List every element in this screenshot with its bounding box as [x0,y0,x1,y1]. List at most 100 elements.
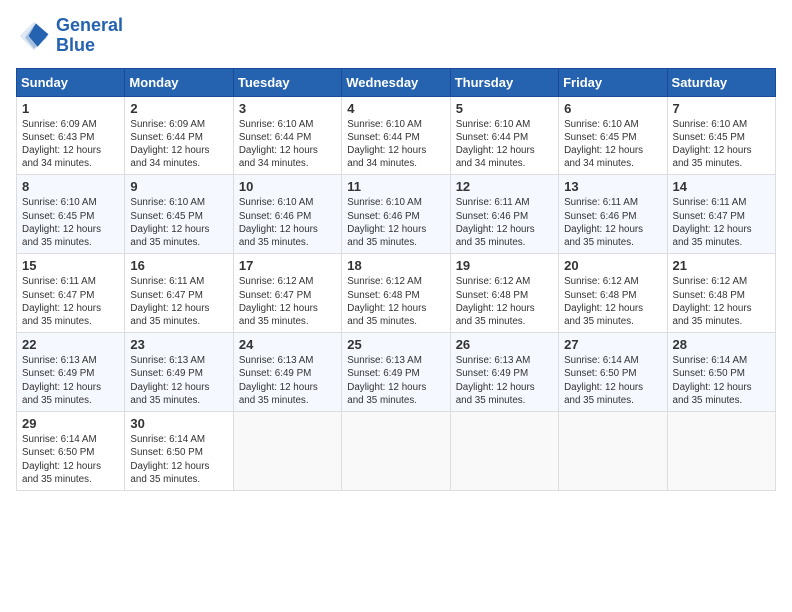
day-number: 8 [22,179,119,194]
calendar-cell: 17 Sunrise: 6:12 AM Sunset: 6:47 PM Dayl… [233,254,341,333]
calendar-cell: 24 Sunrise: 6:13 AM Sunset: 6:49 PM Dayl… [233,333,341,412]
weekday-header-saturday: Saturday [667,68,775,96]
day-number: 9 [130,179,227,194]
day-number: 20 [564,258,661,273]
day-info: Sunrise: 6:10 AM Sunset: 6:45 PM Dayligh… [130,196,227,249]
day-number: 7 [673,101,770,116]
calendar-cell: 1 Sunrise: 6:09 AM Sunset: 6:43 PM Dayli… [17,96,125,175]
calendar-cell: 20 Sunrise: 6:12 AM Sunset: 6:48 PM Dayl… [559,254,667,333]
day-number: 21 [673,258,770,273]
day-info: Sunrise: 6:10 AM Sunset: 6:44 PM Dayligh… [239,118,336,171]
calendar-cell: 4 Sunrise: 6:10 AM Sunset: 6:44 PM Dayli… [342,96,450,175]
day-number: 22 [22,337,119,352]
day-info: Sunrise: 6:10 AM Sunset: 6:44 PM Dayligh… [456,118,553,171]
calendar-cell [233,412,341,491]
day-info: Sunrise: 6:09 AM Sunset: 6:43 PM Dayligh… [22,118,119,171]
day-info: Sunrise: 6:12 AM Sunset: 6:48 PM Dayligh… [347,275,444,328]
day-number: 14 [673,179,770,194]
day-info: Sunrise: 6:09 AM Sunset: 6:44 PM Dayligh… [130,118,227,171]
day-info: Sunrise: 6:10 AM Sunset: 6:44 PM Dayligh… [347,118,444,171]
calendar-cell: 26 Sunrise: 6:13 AM Sunset: 6:49 PM Dayl… [450,333,558,412]
day-info: Sunrise: 6:13 AM Sunset: 6:49 PM Dayligh… [22,354,119,407]
day-info: Sunrise: 6:11 AM Sunset: 6:47 PM Dayligh… [673,196,770,249]
day-number: 19 [456,258,553,273]
day-info: Sunrise: 6:14 AM Sunset: 6:50 PM Dayligh… [130,433,227,486]
day-info: Sunrise: 6:11 AM Sunset: 6:46 PM Dayligh… [456,196,553,249]
day-number: 12 [456,179,553,194]
day-info: Sunrise: 6:14 AM Sunset: 6:50 PM Dayligh… [564,354,661,407]
calendar-cell: 16 Sunrise: 6:11 AM Sunset: 6:47 PM Dayl… [125,254,233,333]
calendar-cell: 25 Sunrise: 6:13 AM Sunset: 6:49 PM Dayl… [342,333,450,412]
day-info: Sunrise: 6:14 AM Sunset: 6:50 PM Dayligh… [673,354,770,407]
logo: General Blue [16,16,123,56]
day-info: Sunrise: 6:10 AM Sunset: 6:45 PM Dayligh… [22,196,119,249]
page-header: General Blue [16,16,776,56]
day-number: 2 [130,101,227,116]
logo-icon [16,18,52,54]
calendar-cell [342,412,450,491]
weekday-header-tuesday: Tuesday [233,68,341,96]
calendar-cell: 2 Sunrise: 6:09 AM Sunset: 6:44 PM Dayli… [125,96,233,175]
day-number: 15 [22,258,119,273]
weekday-header-monday: Monday [125,68,233,96]
calendar-cell: 18 Sunrise: 6:12 AM Sunset: 6:48 PM Dayl… [342,254,450,333]
day-info: Sunrise: 6:13 AM Sunset: 6:49 PM Dayligh… [456,354,553,407]
calendar-cell: 10 Sunrise: 6:10 AM Sunset: 6:46 PM Dayl… [233,175,341,254]
day-number: 1 [22,101,119,116]
day-info: Sunrise: 6:11 AM Sunset: 6:46 PM Dayligh… [564,196,661,249]
day-info: Sunrise: 6:12 AM Sunset: 6:48 PM Dayligh… [456,275,553,328]
calendar-cell: 14 Sunrise: 6:11 AM Sunset: 6:47 PM Dayl… [667,175,775,254]
calendar-cell: 30 Sunrise: 6:14 AM Sunset: 6:50 PM Dayl… [125,412,233,491]
day-number: 17 [239,258,336,273]
calendar-cell: 5 Sunrise: 6:10 AM Sunset: 6:44 PM Dayli… [450,96,558,175]
calendar-cell: 13 Sunrise: 6:11 AM Sunset: 6:46 PM Dayl… [559,175,667,254]
calendar-cell [667,412,775,491]
day-info: Sunrise: 6:13 AM Sunset: 6:49 PM Dayligh… [239,354,336,407]
calendar-cell: 29 Sunrise: 6:14 AM Sunset: 6:50 PM Dayl… [17,412,125,491]
day-number: 10 [239,179,336,194]
day-info: Sunrise: 6:11 AM Sunset: 6:47 PM Dayligh… [130,275,227,328]
day-info: Sunrise: 6:13 AM Sunset: 6:49 PM Dayligh… [347,354,444,407]
day-number: 18 [347,258,444,273]
day-info: Sunrise: 6:13 AM Sunset: 6:49 PM Dayligh… [130,354,227,407]
calendar-cell: 9 Sunrise: 6:10 AM Sunset: 6:45 PM Dayli… [125,175,233,254]
day-number: 30 [130,416,227,431]
day-info: Sunrise: 6:14 AM Sunset: 6:50 PM Dayligh… [22,433,119,486]
calendar-cell [450,412,558,491]
day-number: 3 [239,101,336,116]
weekday-header-wednesday: Wednesday [342,68,450,96]
calendar-cell: 3 Sunrise: 6:10 AM Sunset: 6:44 PM Dayli… [233,96,341,175]
day-number: 11 [347,179,444,194]
calendar-cell: 11 Sunrise: 6:10 AM Sunset: 6:46 PM Dayl… [342,175,450,254]
day-number: 26 [456,337,553,352]
calendar-cell: 8 Sunrise: 6:10 AM Sunset: 6:45 PM Dayli… [17,175,125,254]
day-info: Sunrise: 6:11 AM Sunset: 6:47 PM Dayligh… [22,275,119,328]
calendar-cell: 19 Sunrise: 6:12 AM Sunset: 6:48 PM Dayl… [450,254,558,333]
calendar-cell: 23 Sunrise: 6:13 AM Sunset: 6:49 PM Dayl… [125,333,233,412]
weekday-header-sunday: Sunday [17,68,125,96]
day-number: 6 [564,101,661,116]
weekday-header-friday: Friday [559,68,667,96]
day-number: 25 [347,337,444,352]
calendar-cell: 27 Sunrise: 6:14 AM Sunset: 6:50 PM Dayl… [559,333,667,412]
calendar-cell: 12 Sunrise: 6:11 AM Sunset: 6:46 PM Dayl… [450,175,558,254]
weekday-header-thursday: Thursday [450,68,558,96]
day-number: 5 [456,101,553,116]
calendar-cell: 7 Sunrise: 6:10 AM Sunset: 6:45 PM Dayli… [667,96,775,175]
calendar-cell [559,412,667,491]
day-number: 4 [347,101,444,116]
day-number: 23 [130,337,227,352]
day-number: 29 [22,416,119,431]
day-number: 24 [239,337,336,352]
day-info: Sunrise: 6:10 AM Sunset: 6:46 PM Dayligh… [239,196,336,249]
calendar-cell: 21 Sunrise: 6:12 AM Sunset: 6:48 PM Dayl… [667,254,775,333]
day-info: Sunrise: 6:10 AM Sunset: 6:45 PM Dayligh… [564,118,661,171]
calendar-table: SundayMondayTuesdayWednesdayThursdayFrid… [16,68,776,491]
day-info: Sunrise: 6:12 AM Sunset: 6:48 PM Dayligh… [564,275,661,328]
calendar-cell: 15 Sunrise: 6:11 AM Sunset: 6:47 PM Dayl… [17,254,125,333]
calendar-cell: 6 Sunrise: 6:10 AM Sunset: 6:45 PM Dayli… [559,96,667,175]
day-number: 16 [130,258,227,273]
logo-text: General Blue [56,16,123,56]
day-info: Sunrise: 6:12 AM Sunset: 6:47 PM Dayligh… [239,275,336,328]
day-number: 13 [564,179,661,194]
